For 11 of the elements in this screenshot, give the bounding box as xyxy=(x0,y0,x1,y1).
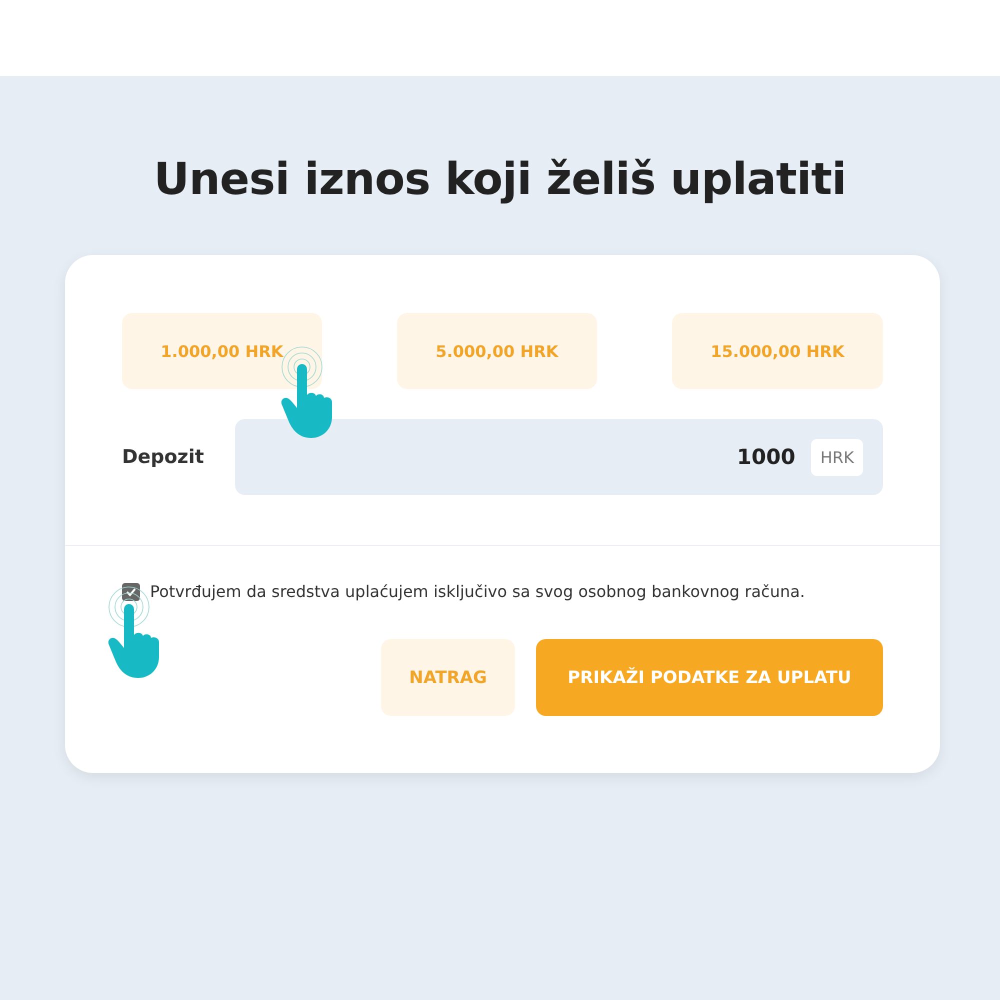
back-button[interactable]: NATRAG xyxy=(381,639,515,716)
amount-preset-button[interactable]: 5.000,00 HRK xyxy=(397,313,597,389)
consent-text: Potvrđujem da sredstva uplaćujem isključivo sa svog osobnog bankovnog računa. xyxy=(150,582,806,601)
page-title: Unesi iznos koji želiš uplatiti xyxy=(152,153,848,205)
amount-preset-button[interactable]: 15.000,00 HRK xyxy=(672,313,883,389)
currency-badge: HRK xyxy=(811,438,863,476)
checkmark-icon xyxy=(125,586,137,598)
amount-preset-button[interactable]: 1.000,00 HRK xyxy=(122,313,322,389)
amount-input[interactable]: 1000 xyxy=(593,444,798,470)
field-label: Depozit xyxy=(122,446,205,468)
show-payment-button[interactable]: PRIKAŽI PODATKE ZA UPLATU xyxy=(536,639,883,716)
